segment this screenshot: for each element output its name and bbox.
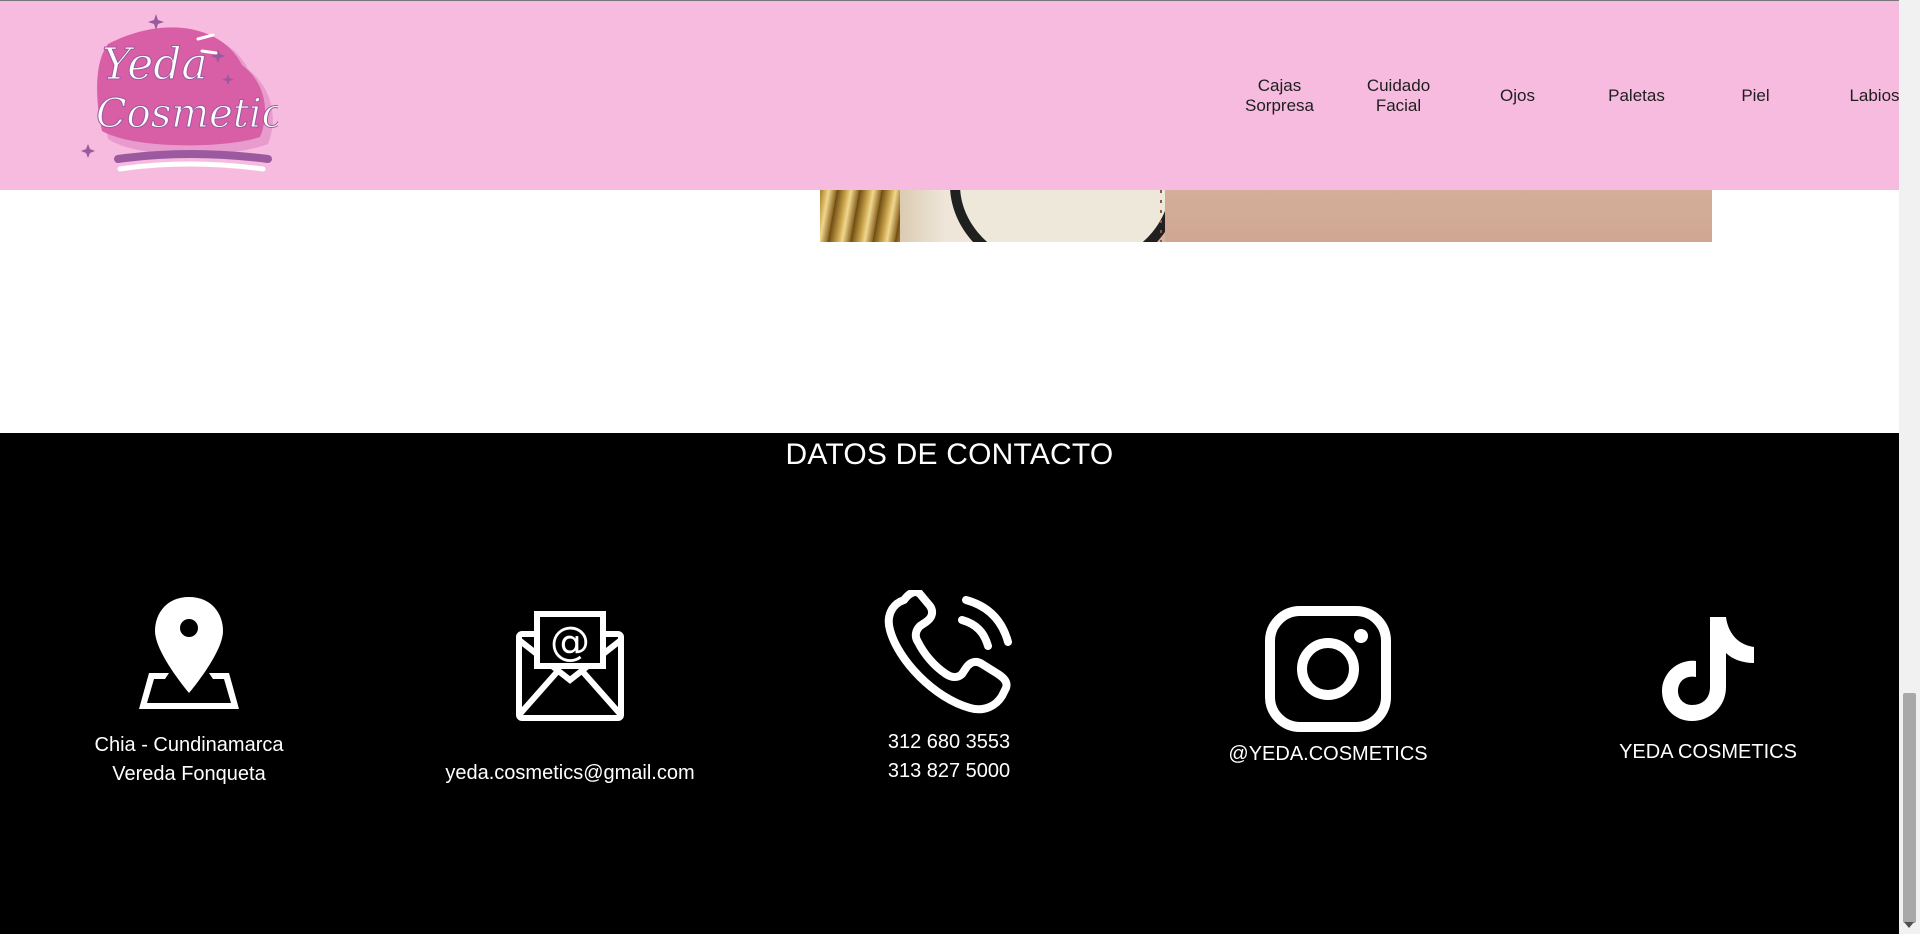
- contact-location: Chia - Cundinamarca Vereda Fonqueta: [79, 595, 299, 789]
- page: Yeda Cosmetics Cajas Sorpresa Cuidado Fa…: [0, 0, 1899, 934]
- scroll-down-arrow-icon[interactable]: [1904, 922, 1914, 928]
- contact-phone[interactable]: 312 680 3553 313 827 5000: [839, 590, 1059, 786]
- tiktok-name[interactable]: YEDA COSMETICS: [1598, 738, 1818, 767]
- mail-envelope-icon: @: [516, 611, 624, 721]
- main-nav: Cajas Sorpresa Cuidado Facial Ojos Palet…: [1220, 1, 1899, 190]
- phone-line1[interactable]: 312 680 3553: [839, 728, 1059, 757]
- vertical-scrollbar[interactable]: [1899, 0, 1920, 934]
- contact-email[interactable]: @ yeda.cosmetics@gmail.com: [430, 610, 710, 788]
- nav-item-paletas[interactable]: Paletas: [1577, 1, 1696, 190]
- contact-instagram[interactable]: @YEDA.COSMETICS: [1218, 606, 1438, 769]
- instagram-handle[interactable]: @YEDA.COSMETICS: [1218, 740, 1438, 769]
- contact-title: DATOS DE CONTACTO: [785, 438, 1114, 471]
- map-pin-icon: [139, 597, 239, 709]
- tiktok-icon: [1662, 617, 1754, 721]
- instagram-icon: [1265, 606, 1391, 732]
- nav-item-piel[interactable]: Piel: [1696, 1, 1815, 190]
- phone-icon: [884, 590, 1012, 714]
- logo-graphic: Yeda Cosmetics: [81, 14, 305, 172]
- nav-item-cuidado-facial[interactable]: Cuidado Facial: [1339, 1, 1458, 190]
- location-line1: Chia - Cundinamarca: [94, 734, 284, 756]
- logo-text-cosmetics: Cosmetics: [96, 91, 278, 137]
- contact-tiktok[interactable]: YEDA COSMETICS: [1598, 615, 1818, 767]
- email-address[interactable]: yeda.cosmetics@gmail.com: [430, 759, 710, 788]
- site-header: Yeda Cosmetics Cajas Sorpresa Cuidado Fa…: [0, 0, 1899, 190]
- scrollbar-thumb[interactable]: [1903, 693, 1916, 923]
- brand-logo[interactable]: Yeda Cosmetics: [78, 9, 305, 179]
- nav-item-cajas-sorpresa[interactable]: Cajas Sorpresa: [1220, 1, 1339, 190]
- nav-item-labios[interactable]: Labios: [1815, 1, 1899, 190]
- logo-text-yeda: Yeda: [102, 39, 208, 90]
- location-line2: Vereda Fonqueta: [112, 763, 266, 785]
- nav-item-ojos[interactable]: Ojos: [1458, 1, 1577, 190]
- svg-text:@: @: [550, 619, 590, 665]
- phone-line2[interactable]: 313 827 5000: [839, 757, 1059, 786]
